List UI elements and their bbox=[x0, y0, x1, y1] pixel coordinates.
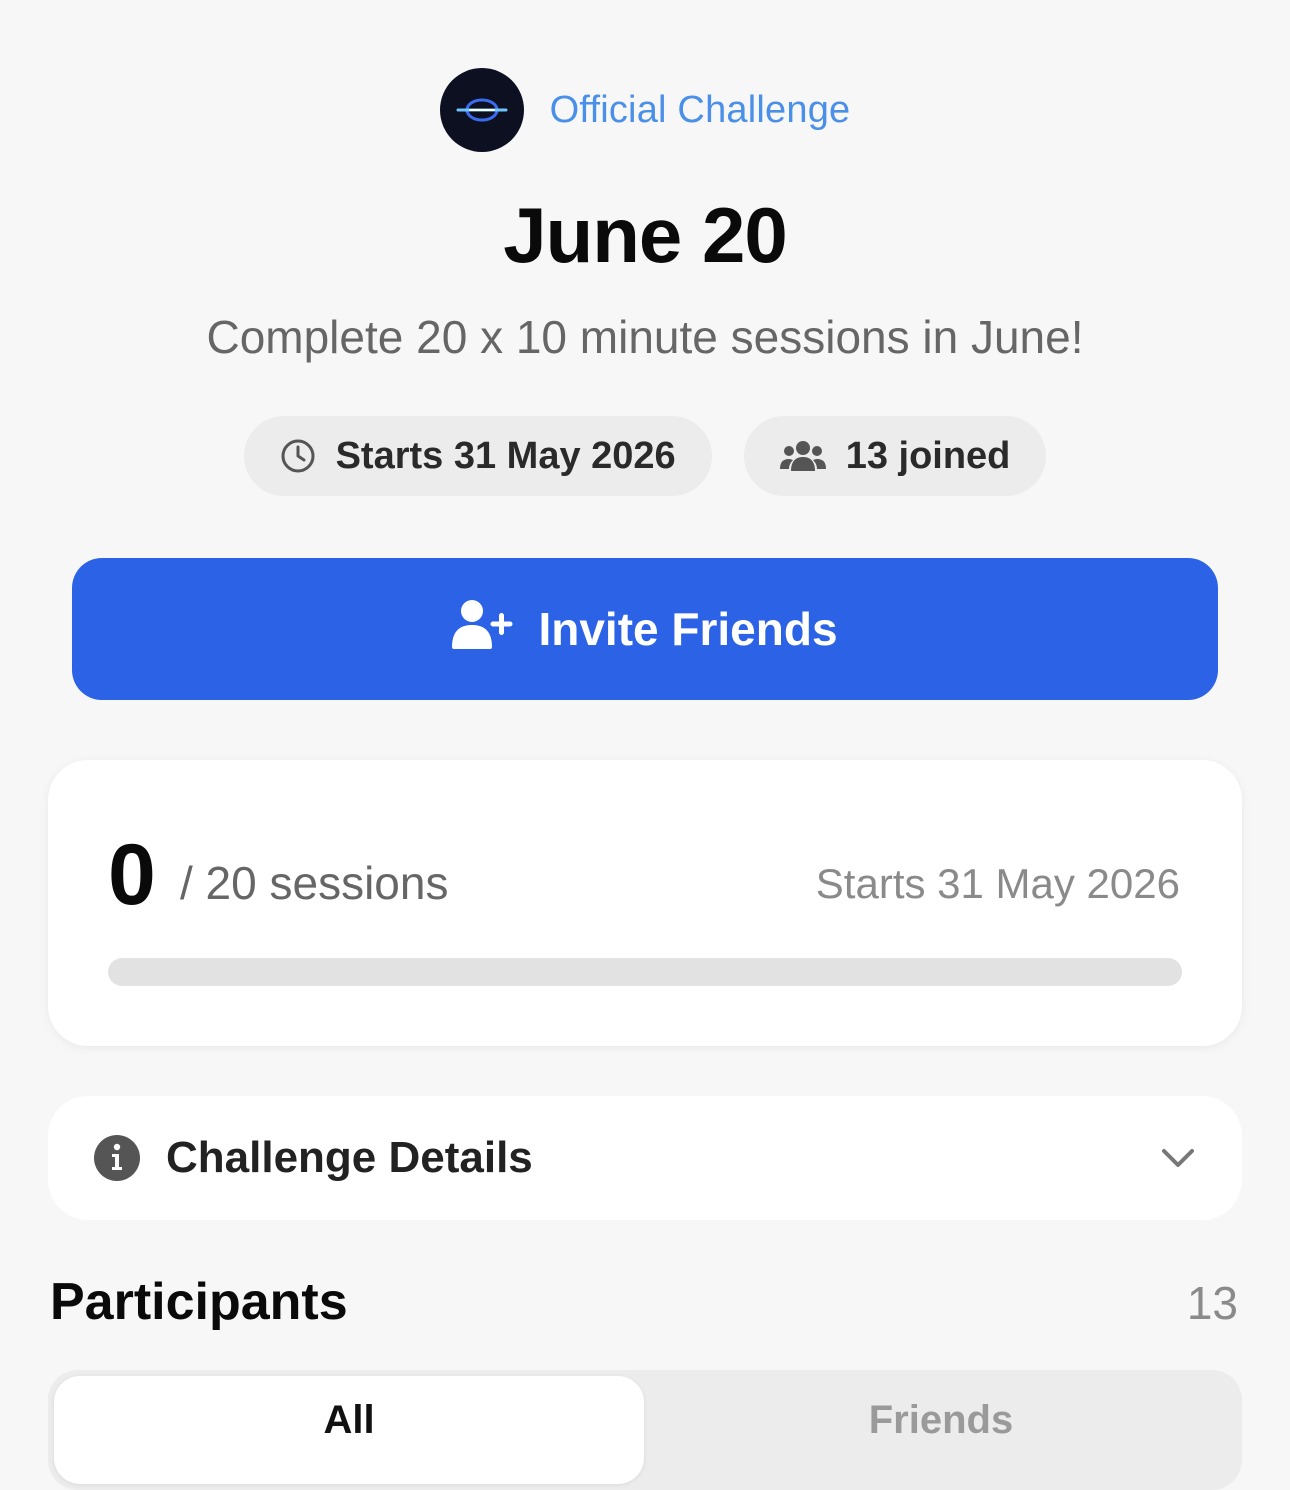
challenge-details-label: Challenge Details bbox=[166, 1133, 533, 1182]
participants-heading: Participants bbox=[50, 1273, 348, 1331]
challenge-title: June 20 bbox=[503, 191, 787, 279]
info-chips: Starts 31 May 2026 13 joined bbox=[0, 416, 1290, 496]
tab-all[interactable]: All bbox=[54, 1376, 644, 1484]
start-date-label: Starts 31 May 2026 bbox=[335, 434, 676, 477]
sessions-goal: / 20 sessions bbox=[180, 857, 449, 909]
invite-friends-button[interactable]: Invite Friends bbox=[72, 558, 1218, 700]
user-plus-icon bbox=[452, 599, 516, 660]
challenge-screen: Official Challenge June 20 Complete 20 x… bbox=[0, 0, 1290, 1490]
challenge-details-accordion[interactable]: Challenge Details bbox=[48, 1096, 1242, 1220]
invite-friends-label: Invite Friends bbox=[538, 603, 838, 655]
start-date-chip: Starts 31 May 2026 bbox=[243, 416, 712, 496]
sessions-completed: 0 bbox=[108, 827, 156, 923]
organizer-label[interactable]: Official Challenge bbox=[550, 89, 851, 132]
participants-filter: All Friends bbox=[48, 1370, 1242, 1490]
info-icon bbox=[94, 1135, 140, 1181]
participants-count: 13 bbox=[1186, 1277, 1238, 1329]
joined-label: 13 joined bbox=[845, 434, 1011, 477]
tab-friends[interactable]: Friends bbox=[646, 1376, 1236, 1484]
clock-icon bbox=[280, 438, 316, 474]
challenge-description: Complete 20 x 10 minute sessions in June… bbox=[206, 311, 1084, 363]
progress-start-date: Starts 31 May 2026 bbox=[815, 860, 1180, 907]
users-icon bbox=[779, 439, 826, 473]
organizer-header[interactable]: Official Challenge bbox=[0, 68, 1290, 152]
chevron-down-icon[interactable] bbox=[1160, 1147, 1196, 1169]
orbit-logo-icon bbox=[439, 68, 524, 152]
joined-chip[interactable]: 13 joined bbox=[743, 416, 1047, 496]
progress-bar bbox=[108, 958, 1182, 986]
progress-card: 0 / 20 sessions Starts 31 May 2026 bbox=[48, 760, 1242, 1046]
